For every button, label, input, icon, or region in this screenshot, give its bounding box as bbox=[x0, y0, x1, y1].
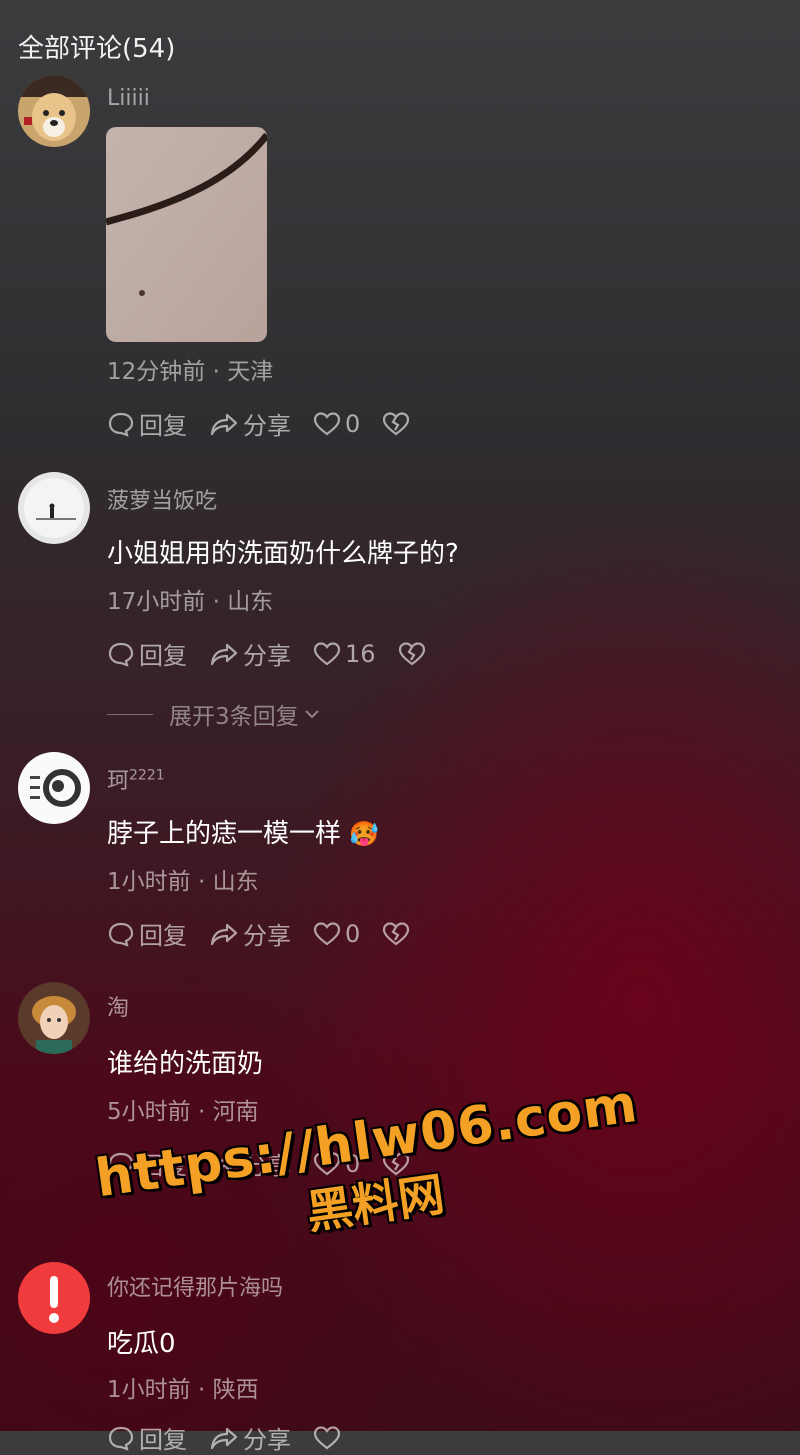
like-count: 0 bbox=[345, 919, 361, 948]
comment-bubble-icon bbox=[108, 412, 134, 437]
comment-actions: 回复 分享 0 bbox=[107, 916, 436, 951]
comment-bubble-icon bbox=[108, 1426, 134, 1451]
comment-text-body: 脖子上的痣一模一样 bbox=[107, 819, 342, 849]
expand-replies-label: 展开3条回复 bbox=[169, 704, 299, 730]
reply-button[interactable]: 回复 bbox=[107, 916, 187, 951]
broken-heart-icon bbox=[383, 921, 410, 945]
reply-label: 回复 bbox=[139, 642, 187, 670]
like-button[interactable]: 0 bbox=[313, 920, 360, 948]
username[interactable]: 菠萝当饭吃 bbox=[107, 483, 217, 515]
share-arrow-icon bbox=[210, 1427, 238, 1449]
username-text: 珂 bbox=[107, 769, 130, 794]
exclamation-icon bbox=[49, 1276, 59, 1323]
username[interactable]: 珂2221 bbox=[107, 763, 165, 795]
share-arrow-icon bbox=[210, 413, 238, 435]
heart-icon bbox=[313, 921, 341, 945]
avatar[interactable] bbox=[18, 982, 90, 1054]
comment-text: 脖子上的痣一模一样 🥵 bbox=[107, 813, 379, 850]
share-label: 分享 bbox=[243, 1426, 291, 1454]
heart-icon bbox=[313, 641, 341, 665]
share-arrow-icon bbox=[210, 923, 238, 945]
like-button[interactable]: 0 bbox=[313, 410, 360, 438]
avatar[interactable] bbox=[18, 752, 90, 824]
reply-button[interactable]: 回复 bbox=[107, 1420, 187, 1455]
hot-face-emoji: 🥵 bbox=[349, 820, 380, 848]
reply-label: 回复 bbox=[139, 1426, 187, 1454]
share-button[interactable]: 分享 bbox=[209, 1420, 291, 1455]
comment-actions: 回复 分享 16 bbox=[107, 636, 452, 671]
share-arrow-icon bbox=[210, 643, 238, 665]
dislike-button[interactable] bbox=[382, 921, 414, 947]
expand-replies-button[interactable]: 展开3条回复 bbox=[107, 697, 321, 731]
comments-header: 全部评论(54) bbox=[18, 34, 176, 64]
comment-actions: 回复 分享 bbox=[107, 1420, 367, 1455]
comment-meta: 12分钟前 · 天津 bbox=[107, 359, 274, 385]
share-label: 分享 bbox=[243, 412, 291, 440]
comment-meta: 17小时前 · 山东 bbox=[107, 589, 274, 615]
like-count: 0 bbox=[345, 409, 361, 438]
like-button[interactable]: 16 bbox=[313, 640, 376, 668]
chevron-down-icon bbox=[304, 710, 319, 719]
divider bbox=[107, 713, 153, 715]
comment-meta: 1小时前 · 陕西 bbox=[107, 1377, 259, 1403]
like-count: 16 bbox=[345, 639, 376, 668]
comment-bubble-icon bbox=[108, 642, 134, 667]
username-suffix: 2221 bbox=[129, 767, 165, 784]
share-label: 分享 bbox=[243, 642, 291, 670]
avatar[interactable] bbox=[18, 75, 90, 147]
avatar[interactable] bbox=[18, 472, 90, 544]
comment-text: 谁给的洗面奶 bbox=[107, 1049, 264, 1079]
share-label: 分享 bbox=[243, 922, 291, 950]
comment-actions: 回复 分享 0 bbox=[107, 406, 436, 441]
comment-meta: 5小时前 · 河南 bbox=[107, 1099, 259, 1125]
share-button[interactable]: 分享 bbox=[209, 636, 291, 671]
dislike-button[interactable] bbox=[382, 411, 414, 437]
like-button[interactable] bbox=[313, 1425, 345, 1451]
comment-text: 小姐姐用的洗面奶什么牌子的? bbox=[107, 539, 459, 569]
reply-button[interactable]: 回复 bbox=[107, 406, 187, 441]
heart-icon bbox=[313, 1425, 341, 1449]
heart-icon bbox=[313, 411, 341, 435]
broken-heart-icon bbox=[398, 641, 425, 665]
comment-meta: 1小时前 · 山东 bbox=[107, 869, 259, 895]
avatar[interactable] bbox=[18, 1262, 90, 1334]
username[interactable]: 淘 bbox=[107, 990, 129, 1022]
share-button[interactable]: 分享 bbox=[209, 916, 291, 951]
comment-text: 吃瓜0 bbox=[107, 1329, 176, 1359]
share-button[interactable]: 分享 bbox=[209, 406, 291, 441]
username[interactable]: 你还记得那片海吗 bbox=[107, 1270, 283, 1302]
reply-label: 回复 bbox=[139, 922, 187, 950]
dislike-button[interactable] bbox=[398, 641, 430, 667]
reply-label: 回复 bbox=[139, 412, 187, 440]
broken-heart-icon bbox=[383, 411, 410, 435]
comment-bubble-icon bbox=[108, 922, 134, 947]
username[interactable]: Liiiii bbox=[107, 86, 150, 111]
comment-image[interactable] bbox=[106, 127, 267, 342]
reply-button[interactable]: 回复 bbox=[107, 636, 187, 671]
